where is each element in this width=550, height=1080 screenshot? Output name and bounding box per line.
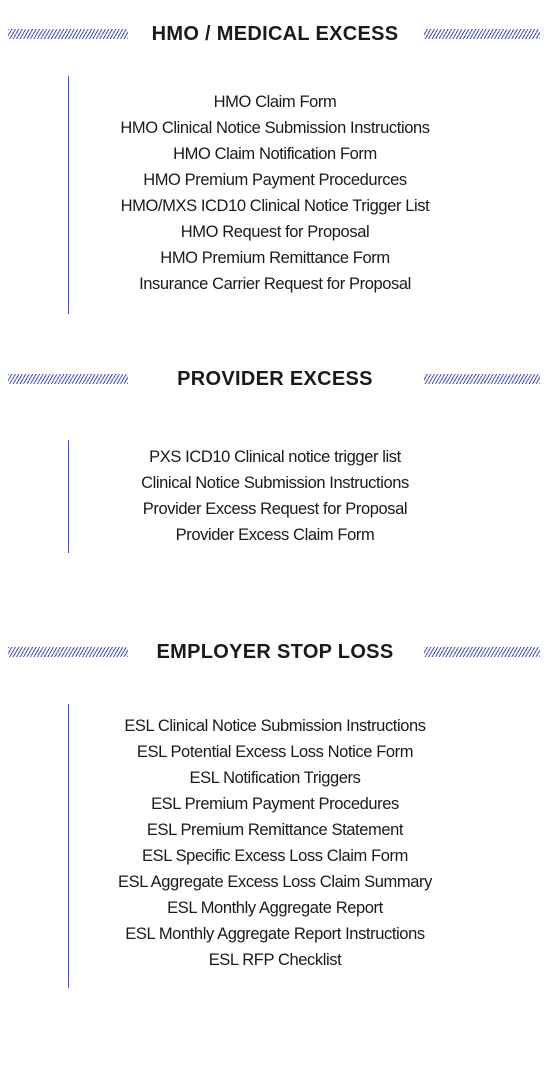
link-provider-excess-claim-form[interactable]: Provider Excess Claim Form bbox=[0, 522, 550, 548]
link-hmo-premium-payment-procedures[interactable]: HMO Premium Payment Procedurces bbox=[0, 167, 550, 193]
link-esl-specific-excess-loss-claim[interactable]: ESL Specific Excess Loss Claim Form bbox=[0, 843, 550, 869]
link-esl-clinical-notice-instructions[interactable]: ESL Clinical Notice Submission Instructi… bbox=[0, 713, 550, 739]
link-provider-excess-rfp[interactable]: Provider Excess Request for Proposal bbox=[0, 496, 550, 522]
link-list-employer-stop-loss: ESL Clinical Notice Submission Instructi… bbox=[0, 713, 550, 973]
link-esl-potential-excess-loss-notice[interactable]: ESL Potential Excess Loss Notice Form bbox=[0, 739, 550, 765]
section-title: HMO / MEDICAL EXCESS bbox=[0, 20, 550, 48]
link-esl-rfp-checklist[interactable]: ESL RFP Checklist bbox=[0, 947, 550, 973]
section-header-employer-stop-loss: EMPLOYER STOP LOSS bbox=[0, 638, 550, 668]
link-pxs-icd10-trigger-list[interactable]: PXS ICD10 Clinical notice trigger list bbox=[0, 444, 550, 470]
link-esl-premium-payment-procedures[interactable]: ESL Premium Payment Procedures bbox=[0, 791, 550, 817]
link-esl-monthly-aggregate-instructions[interactable]: ESL Monthly Aggregate Report Instruction… bbox=[0, 921, 550, 947]
link-insurance-carrier-rfp[interactable]: Insurance Carrier Request for Proposal bbox=[0, 271, 550, 297]
section-title: PROVIDER EXCESS bbox=[0, 365, 550, 393]
link-hmo-request-for-proposal[interactable]: HMO Request for Proposal bbox=[0, 219, 550, 245]
link-clinical-notice-instructions[interactable]: Clinical Notice Submission Instructions bbox=[0, 470, 550, 496]
section-title: EMPLOYER STOP LOSS bbox=[0, 638, 550, 666]
section-header-provider-excess: PROVIDER EXCESS bbox=[0, 365, 550, 395]
link-esl-aggregate-excess-loss-summary[interactable]: ESL Aggregate Excess Loss Claim Summary bbox=[0, 869, 550, 895]
link-hmo-claim-form[interactable]: HMO Claim Form bbox=[0, 89, 550, 115]
link-esl-monthly-aggregate-report[interactable]: ESL Monthly Aggregate Report bbox=[0, 895, 550, 921]
section-header-hmo: HMO / MEDICAL EXCESS bbox=[0, 20, 550, 50]
link-hmo-premium-remittance-form[interactable]: HMO Premium Remittance Form bbox=[0, 245, 550, 271]
link-hmo-claim-notification-form[interactable]: HMO Claim Notification Form bbox=[0, 141, 550, 167]
link-esl-notification-triggers[interactable]: ESL Notification Triggers bbox=[0, 765, 550, 791]
link-list-provider-excess: PXS ICD10 Clinical notice trigger list C… bbox=[0, 444, 550, 548]
link-esl-premium-remittance-statement[interactable]: ESL Premium Remittance Statement bbox=[0, 817, 550, 843]
link-hmo-clinical-notice-instructions[interactable]: HMO Clinical Notice Submission Instructi… bbox=[0, 115, 550, 141]
link-hmo-icd10-trigger-list[interactable]: HMO/MXS ICD10 Clinical Notice Trigger Li… bbox=[0, 193, 550, 219]
link-list-hmo: HMO Claim Form HMO Clinical Notice Submi… bbox=[0, 89, 550, 297]
